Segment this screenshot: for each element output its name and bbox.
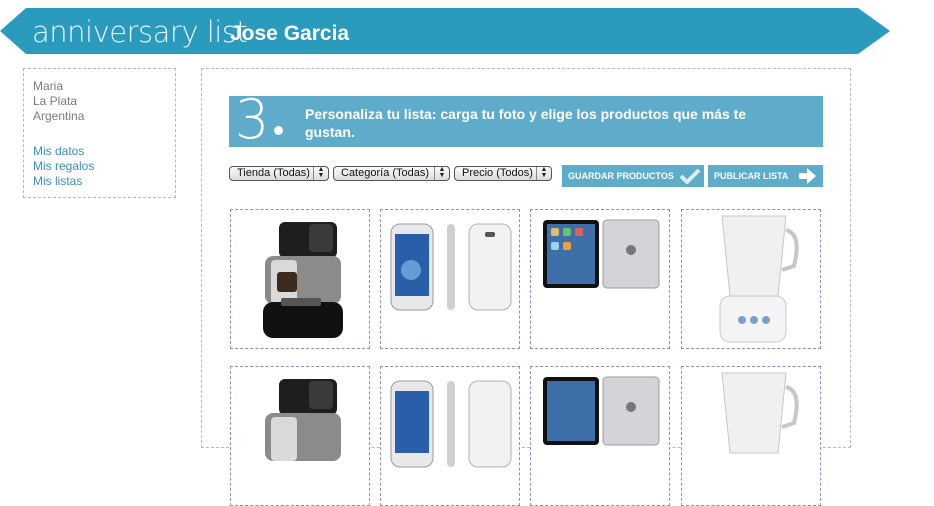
store-filter-value: Tienda (Todas)	[237, 167, 310, 179]
product-card[interactable]	[230, 209, 370, 349]
sidebar-nav: Mis datos Mis regalos Mis listas	[33, 144, 175, 189]
product-card[interactable]	[530, 366, 670, 506]
user-first-name: Maria	[33, 79, 64, 93]
sidebar-link-mis-datos[interactable]: Mis datos	[33, 144, 175, 159]
product-card[interactable]	[681, 209, 821, 349]
user-country: Argentina	[33, 109, 85, 123]
price-filter-value: Precio (Todos)	[462, 167, 533, 179]
smartphone-icon	[390, 223, 512, 311]
product-card[interactable]	[530, 209, 670, 349]
arrow-right-icon	[799, 168, 816, 184]
publish-list-label: PUBLICAR LISTA	[714, 171, 789, 181]
step-header: 3 Personaliza tu lista: carga tu foto y …	[229, 90, 823, 150]
price-filter-select[interactable]: Precio (Todos) ▲ ▼	[454, 166, 552, 181]
header-banner: anniversary list Jose Garcia	[0, 8, 890, 54]
save-products-label: GUARDAR PRODUCTOS	[568, 171, 674, 181]
sidebar-link-mis-listas[interactable]: Mis listas	[33, 174, 175, 189]
brand-logo[interactable]: anniversary list	[32, 17, 248, 47]
select-arrows-icon: ▲ ▼	[536, 166, 551, 180]
sidebar-link-mis-regalos[interactable]: Mis regalos	[33, 159, 175, 174]
product-card[interactable]	[230, 366, 370, 506]
select-arrows-icon: ▲ ▼	[434, 166, 449, 180]
smartphone-icon	[390, 380, 512, 468]
category-filter-select[interactable]: Categoría (Todas) ▲ ▼	[333, 166, 450, 181]
product-card[interactable]	[380, 209, 520, 349]
user-info: Maria La Plata Argentina	[33, 79, 175, 124]
step-instructions: Personaliza tu lista: carga tu foto y el…	[305, 106, 747, 140]
user-name: Jose Garcia	[230, 22, 350, 45]
store-filter-select[interactable]: Tienda (Todas) ▲ ▼	[229, 166, 329, 181]
product-card[interactable]	[380, 366, 520, 506]
blender-icon	[719, 215, 799, 343]
blender-icon	[721, 372, 799, 454]
save-products-button[interactable]: GUARDAR PRODUCTOS	[562, 165, 704, 187]
step-number: 3	[235, 88, 270, 151]
tablet-icon	[543, 219, 660, 289]
user-city: La Plata	[33, 94, 78, 108]
coffee-machine-icon	[263, 222, 343, 338]
checkmark-icon	[679, 168, 701, 184]
select-arrows-icon: ▲ ▼	[313, 166, 328, 180]
coffee-machine-icon	[265, 379, 341, 461]
publish-list-button[interactable]: PUBLICAR LISTA	[708, 165, 823, 187]
tablet-icon	[543, 376, 660, 446]
sidebar: Maria La Plata Argentina Mis datos Mis r…	[23, 68, 176, 198]
product-card[interactable]	[681, 366, 821, 506]
step-number-dot	[274, 126, 283, 135]
category-filter-value: Categoría (Todas)	[341, 167, 430, 179]
